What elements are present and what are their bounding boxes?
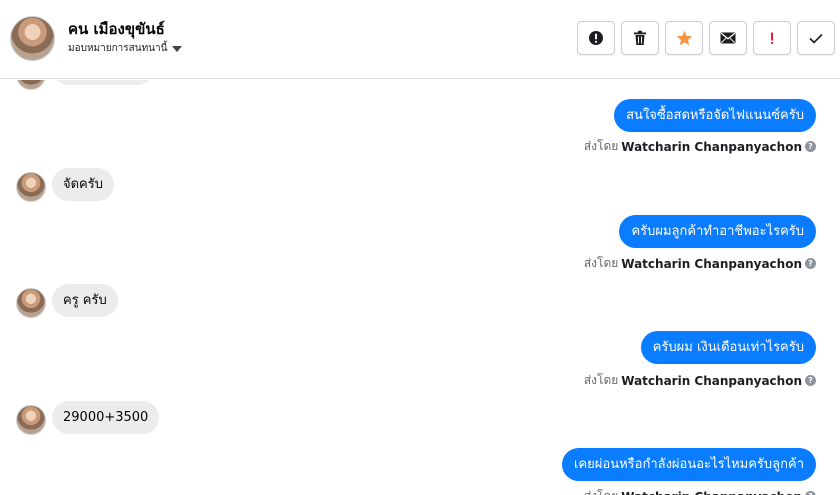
sender-name[interactable]: Watcharin Chanpanyachon [621,374,802,388]
delete-button[interactable] [621,21,659,55]
trash-icon [634,30,646,45]
sent-by-prefix: ส่งโดย [583,373,619,387]
sender-name[interactable]: Watcharin Chanpanyachon [621,140,802,154]
sent-by-line: ส่งโดย Watcharin Chanpanyachon ? [584,137,816,156]
envelope-icon [720,32,736,44]
sender-name[interactable]: Watcharin Chanpanyachon [621,490,802,495]
outgoing-message: เคยผ่อนหรือกำลังผ่อนอะไรไหมครับลูกค้า [562,448,816,481]
conversation-header: คน เมืองขุขันธ์ มอบหมายการสนทนานี้ [0,0,840,79]
incoming-message: จัดครับ [52,168,114,201]
incoming-message [52,80,154,85]
star-icon [676,30,692,46]
exclamation-circle-icon [589,31,603,45]
sender-name[interactable]: Watcharin Chanpanyachon [621,257,802,271]
contact-name[interactable]: คน เมืองขุขันธ์ [68,17,165,41]
sent-by-line: ส่งโดย Watcharin Chanpanyachon ? [584,371,816,390]
help-icon[interactable]: ? [805,375,816,386]
outgoing-message: ครับผม เงินเดือนเท่าไรครับ [640,331,816,364]
contact-avatar-small [16,172,46,202]
sent-by-line: ส่งโดย Watcharin Chanpanyachon ? [584,487,816,495]
help-icon[interactable]: ? [805,141,816,152]
help-icon[interactable]: ? [805,258,816,269]
sent-by-prefix: ส่งโดย [583,256,619,270]
mark-done-button[interactable] [797,21,835,55]
star-button[interactable] [665,21,703,55]
sent-by-prefix: ส่งโดย [584,487,618,495]
caret-down-icon [172,46,183,52]
assign-conversation-dropdown[interactable]: มอบหมายการสนทนานี้ [68,41,183,56]
incoming-message: ครู ครับ [52,284,118,317]
conversation-toolbar [577,21,835,55]
outgoing-message: ครับผมลูกค้าทำอาชีพอะไรครับ [619,215,816,248]
exclamation-icon [771,32,773,44]
help-icon[interactable]: ? [805,491,816,495]
outgoing-message: สนใจซื้อสดหรือจัดไฟแนนซ์ครับ [614,99,816,132]
assign-label: มอบหมายการสนทนานี้ [68,43,168,54]
mark-unread-button[interactable] [709,21,747,55]
sent-by-prefix: ส่งโดย [583,139,619,153]
follow-up-button[interactable] [753,21,791,55]
contact-avatar[interactable] [10,16,55,61]
checkmark-icon [809,33,823,44]
message-thread[interactable]: สนใจซื้อสดหรือจัดไฟแนนซ์ครับ ส่งโดย Watc… [0,80,840,495]
contact-avatar-small [16,405,46,435]
spam-button[interactable] [577,21,615,55]
incoming-message: 29000+3500 [52,401,160,434]
contact-avatar-small [16,80,46,90]
contact-avatar-small [16,288,46,318]
sent-by-line: ส่งโดย Watcharin Chanpanyachon ? [584,254,816,273]
